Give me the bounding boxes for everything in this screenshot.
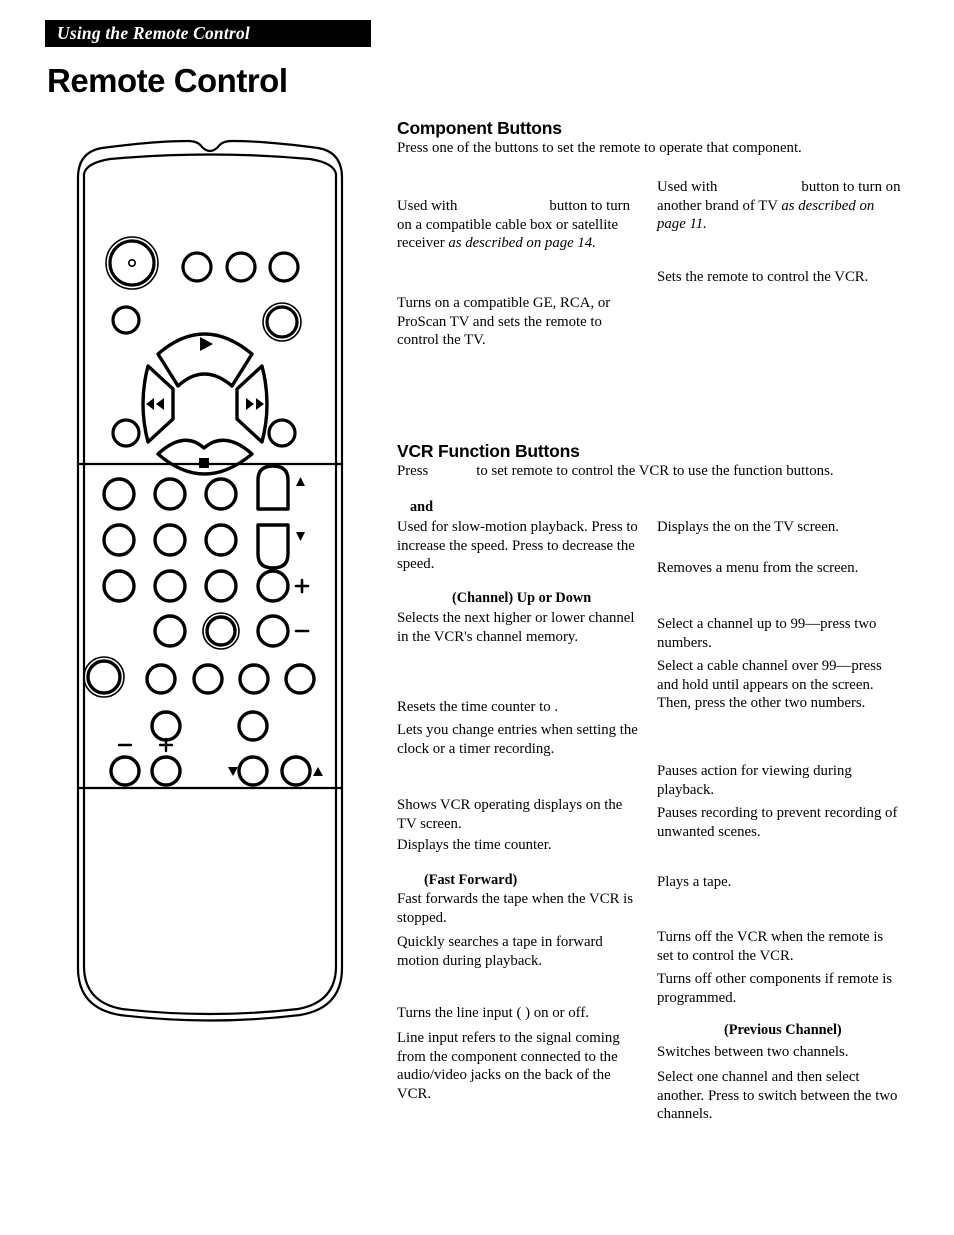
line-input-description: Turns the line input ( ) on or off. [397,1005,589,1021]
fast-forward-label: (Fast Forward) [424,872,518,888]
running-head-text: Using the Remote Control [57,23,250,43]
channel-description: Selects the next higher or lower channel… [397,610,635,645]
running-head-banner: Using the Remote Control [45,20,371,47]
cable-sat-italic-tail: as described on page 14. [448,235,596,252]
clock-entries-description: Lets you change entries when setting the… [397,722,638,757]
cable-sat-pre: Used with [397,198,458,214]
vcr-function-buttons-heading: VCR Function Buttons [397,441,580,461]
other-tv-pre: Used with [657,179,718,195]
vcr-select-description: Sets the remote to control the VCR. [657,269,869,285]
pause-playback-description: Pauses action for viewing during playbac… [657,763,852,798]
menu-display-description: Displays the on the TV screen. [657,519,839,535]
cable-sat-description: Used with button to turn on a compatible … [397,197,647,253]
time-counter-description: Displays the time counter. [397,837,552,853]
pause-record-description: Pauses recording to prevent recording of… [657,805,898,840]
prev-channel-description: Switches between two channels. [657,1044,849,1060]
vcr-function-buttons-intro: Press to set remote to control the VCR to… [397,462,834,481]
power-off-vcr-description: Turns off the VCR when the remote is set… [657,929,884,964]
other-tv-description: Used with button to turn on another brand… [657,178,901,234]
tv-brand-description: Turns on a compatible GE, RCA, or ProSca… [397,295,611,349]
channel-label: (Channel) Up or Down [452,590,592,606]
previous-channel-label: (Previous Channel) [724,1022,842,1038]
power-off-other-description: Turns off other components if remote is … [657,971,893,1006]
search-description: Quickly searches a tape in forward motio… [397,934,603,969]
component-buttons-intro: Press one of the buttons to set the remo… [397,140,802,156]
vcr-remote-control-illustration [60,128,360,1028]
line-input-explanation: Line input refers to the signal coming f… [397,1030,620,1102]
clear-menu-description: Removes a menu from the screen. [657,560,859,576]
reset-description: Resets the time counter to . [397,699,559,715]
display-description: Shows VCR operating displays on the TV s… [397,797,623,832]
cable-over-99-description: Select a cable channel over 99—press and… [657,658,882,712]
component-buttons-heading: Component Buttons [397,118,562,138]
channel-99-description: Select a channel up to 99—press two numb… [657,616,877,651]
slow-description: Used for slow-motion playback. Press to … [397,519,638,573]
slow-label: and [410,499,434,515]
prev-channel-explanation: Select one channel and then select anoth… [657,1069,898,1123]
ff-description: Fast forwards the tape when the VCR is s… [397,891,634,926]
vcr-intro-pre: Press [397,463,429,479]
vcr-intro-post: to set remote to control the VCR to use … [476,463,834,479]
play-description: Plays a tape. [657,874,732,890]
page-title: Remote Control [47,62,288,99]
